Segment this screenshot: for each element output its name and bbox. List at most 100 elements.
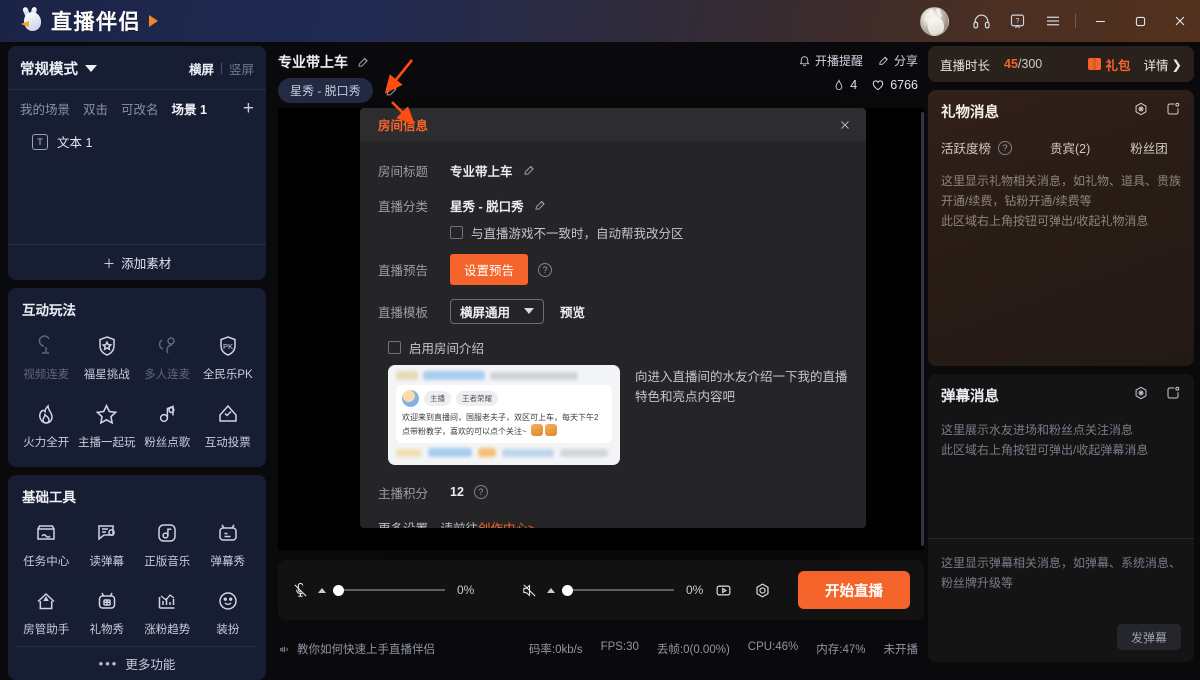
send-danmaku-button[interactable]: 发弹幕	[1117, 624, 1181, 650]
template-select[interactable]: 横屏通用	[450, 298, 545, 324]
dialog-category-row: 直播分类 星秀 - 脱口秀	[378, 192, 848, 218]
tool-fan-song[interactable]: 粉丝点歌	[137, 391, 198, 459]
menu-icon[interactable]	[1035, 0, 1071, 42]
metric-stream-state: 未开播	[883, 644, 919, 656]
close-icon[interactable]	[834, 114, 856, 136]
target-icon[interactable]	[1133, 101, 1149, 122]
tab-vip[interactable]: 贵宾(2)	[1050, 138, 1090, 157]
orientation-portrait[interactable]: 竖屏	[229, 59, 254, 78]
gift-messages-panel: 礼物消息 活跃度榜 ? 贵宾(2) 粉丝团 这里显示礼物相关消息，如礼物、道具、…	[928, 90, 1194, 366]
tool-label: 全民乐PK	[202, 369, 253, 381]
minimize-icon[interactable]	[1080, 0, 1120, 42]
chevron-down-icon[interactable]	[85, 64, 97, 72]
edit-room-title-icon[interactable]	[522, 163, 536, 177]
tool-full-power[interactable]: 火力全开	[16, 391, 77, 459]
dots-icon: •••	[98, 656, 119, 671]
text-icon: T	[32, 133, 48, 150]
scene-tab-my[interactable]: 我的场景	[20, 99, 70, 118]
enable-intro-row[interactable]: 启用房间介绍	[388, 338, 848, 357]
more-settings-row: 更多设置，请前往创作中心>	[378, 518, 848, 528]
help-icon[interactable]: ?	[998, 140, 1013, 155]
add-scene-icon[interactable]: +	[243, 99, 254, 118]
tool-task-center[interactable]: 任务中心	[16, 510, 77, 578]
live-reminder-button[interactable]: 开播提醒	[798, 52, 863, 69]
orientation-landscape[interactable]: 横屏	[189, 59, 214, 78]
intro-card-bottom	[396, 448, 612, 457]
tool-multi-mic[interactable]: 多人连麦	[137, 323, 198, 391]
tool-fan-growth[interactable]: 涨粉趋势	[137, 578, 198, 646]
gift-pack-button[interactable]: 礼包	[1088, 55, 1131, 74]
tab-activity-rank[interactable]: 活跃度榜 ?	[941, 138, 1013, 157]
tool-label: 正版音乐	[144, 556, 191, 568]
chart-up-icon	[154, 588, 180, 614]
popout-icon[interactable]	[1165, 385, 1181, 406]
help-icon[interactable]: ?	[999, 0, 1035, 42]
intro-preview-section: 主播 王者荣耀 欢迎来到直播间，国服老夫子，双区可上车，每天下午2点带粉教学，喜…	[388, 365, 848, 465]
tool-lucky-challenge[interactable]: 福星挑战	[77, 323, 138, 391]
tool-play-together[interactable]: 主播一起玩	[77, 391, 138, 459]
tool-dressup[interactable]: 装扮	[198, 578, 259, 646]
headset-icon[interactable]	[963, 0, 999, 42]
detail-label: 详情	[1143, 58, 1169, 73]
auto-category-row[interactable]: 与直播游戏不一致时，自动帮我改分区	[450, 223, 848, 242]
metric-fps: FPS:30	[600, 641, 639, 653]
close-icon[interactable]	[1160, 0, 1200, 42]
scene-tab-scene1[interactable]: 场景 1	[172, 99, 207, 118]
tool-label: 福星挑战	[83, 369, 130, 381]
tool-video-mic[interactable]: 视频连麦	[16, 323, 77, 391]
maximize-icon[interactable]	[1120, 0, 1160, 42]
auto-category-checkbox[interactable]	[450, 226, 463, 239]
camera-record-icon[interactable]	[714, 581, 733, 600]
target-icon[interactable]	[1133, 385, 1149, 406]
scene-tab-dblclick[interactable]: 双击	[83, 99, 108, 118]
help-icon[interactable]: ?	[473, 485, 488, 499]
intro-card-message: 主播 王者荣耀 欢迎来到直播间，国服老夫子，双区可上车，每天下午2点带粉教学，喜…	[396, 385, 612, 443]
points-value: 12	[450, 485, 464, 499]
tool-interactive-vote[interactable]: 互动投票	[198, 391, 259, 459]
popout-icon[interactable]	[1165, 101, 1181, 122]
tool-label: 房管助手	[23, 624, 70, 636]
gift-tv-icon	[94, 588, 120, 614]
tool-label: 互动投票	[204, 437, 251, 449]
live-duration-detail-button[interactable]: 详情 ❯	[1144, 55, 1183, 74]
blurred-chip	[490, 371, 578, 380]
avatar[interactable]	[920, 6, 949, 36]
edit-category-icon[interactable]	[533, 198, 547, 212]
enable-intro-checkbox[interactable]	[388, 341, 401, 354]
help-icon[interactable]: ?	[538, 262, 553, 277]
source-list-item[interactable]: T 文本 1	[32, 132, 254, 151]
add-material-button[interactable]: ＋ 添加素材	[8, 244, 266, 280]
scene-tab-rename[interactable]: 可改名	[121, 99, 159, 118]
start-live-button[interactable]: 开始直播	[798, 571, 910, 609]
intro-hint-text: 向进入直播间的水友介绍一下我的直播特色和亮点内容吧	[635, 370, 848, 404]
mode-label[interactable]: 常规模式	[20, 58, 78, 79]
tab-fan-club[interactable]: 粉丝团	[1130, 138, 1168, 157]
header-stats: 4 6766	[833, 78, 918, 92]
tool-national-pk[interactable]: PK 全民乐PK	[198, 323, 259, 391]
tool-read-danmaku[interactable]: 读弹幕	[77, 510, 138, 578]
tool-danmaku-show[interactable]: 弹幕秀	[198, 510, 259, 578]
dialog-template-row: 直播模板 横屏通用 预览	[378, 298, 848, 324]
speaker-muted-icon[interactable]	[521, 582, 538, 599]
mic-volume-slider[interactable]	[333, 583, 445, 597]
set-notice-button[interactable]: 设置预告	[450, 254, 529, 285]
status-tip[interactable]: 教你如何快速上手直播伴侣	[278, 641, 435, 657]
tool-room-admin[interactable]: 房管助手	[16, 578, 77, 646]
more-functions-button[interactable]: ••• 更多功能	[16, 646, 258, 680]
mic-muted-icon[interactable]	[292, 582, 309, 599]
danmaku-entry-placeholder: 这里展示水友进场和粉丝点关注消息 此区域右上角按钮可弹出/收起弹幕消息	[941, 423, 1149, 457]
source-label: 文本 1	[57, 136, 93, 150]
system-volume-slider[interactable]	[562, 583, 674, 597]
template-preview-link[interactable]: 预览	[560, 302, 585, 321]
tool-gift-show[interactable]: 礼物秀	[77, 578, 138, 646]
orientation-divider	[220, 62, 222, 74]
room-info-dialog: 房间信息 房间标题 专业带上车 直播分类 星秀 - 脱口秀 与直播游戏不一致时，…	[360, 108, 866, 528]
edit-room-title-icon[interactable]	[356, 55, 370, 69]
preview-scrollbar[interactable]	[921, 112, 924, 546]
intro-card-preview[interactable]: 主播 王者荣耀 欢迎来到直播间，国服老夫子，双区可上车，每天下午2点带粉教学，喜…	[388, 365, 620, 465]
category-chip[interactable]: 星秀 - 脱口秀	[278, 78, 373, 103]
share-button[interactable]: 分享	[877, 52, 918, 69]
settings-target-icon[interactable]	[753, 581, 772, 600]
creation-center-link[interactable]: 创作中心>	[478, 522, 535, 528]
tool-licensed-music[interactable]: 正版音乐	[137, 510, 198, 578]
